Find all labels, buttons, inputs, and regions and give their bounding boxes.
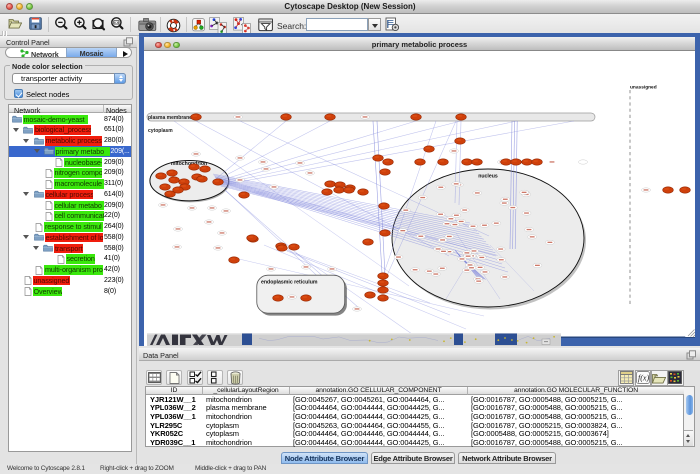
svg-text:f(x): f(x): [638, 374, 649, 383]
svg-text:plasma membrane: plasma membrane: [148, 115, 192, 121]
svg-text:cytoplasm: cytoplasm: [148, 128, 173, 134]
svg-text:unassigned: unassigned: [630, 85, 657, 91]
svg-text:endoplasmic reticulum: endoplasmic reticulum: [261, 280, 318, 286]
svg-text:nucleus: nucleus: [478, 174, 498, 180]
